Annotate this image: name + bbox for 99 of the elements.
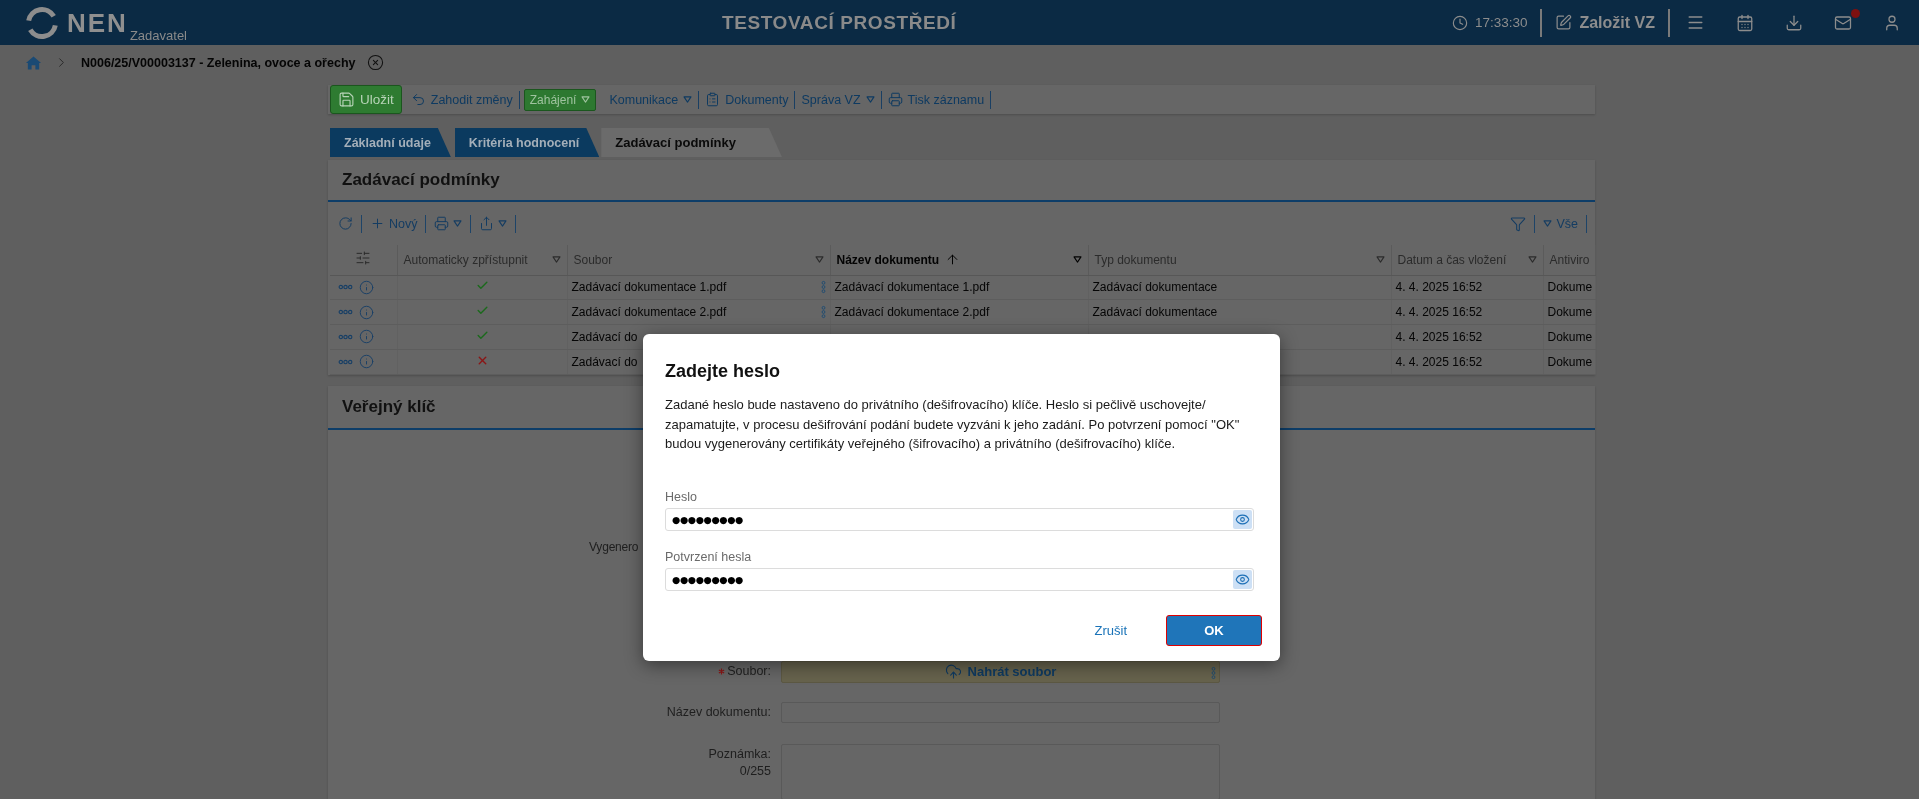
more-options-icon[interactable] [338,333,353,340]
user-icon[interactable] [1883,13,1901,32]
column-settings-icon[interactable] [355,249,372,266]
table-cell: Dokume [1543,299,1595,325]
field-label: Heslo [665,488,698,506]
table-cell: Dokume [1543,349,1595,374]
caret-down-icon [1072,256,1082,264]
info-icon[interactable] [359,329,374,345]
table-cell: 4. 4. 2025 16:52 [1391,299,1543,325]
file-name[interactable]: Zadávací do [571,329,638,344]
table-cell: 4. 4. 2025 16:52 [1391,349,1543,374]
form-label: Soubor: [727,663,771,680]
printer-icon [434,216,450,231]
field-label: Potvrzení hesla [665,548,753,566]
create-button[interactable]: Založit VZ [1555,13,1655,32]
column-header[interactable]: Automaticky zpřístupnit [397,245,567,275]
table-cell: Dokume [1543,324,1595,350]
table-cell: 4. 4. 2025 16:52 [1391,275,1543,300]
toolbar-button[interactable]: Zahájení [523,88,597,111]
column-header[interactable]: Typ dokumentu [1088,245,1391,275]
more-options-icon[interactable] [338,358,353,365]
file-name[interactable]: Zadávací dokumentace 1.pdf [571,280,727,295]
column-header[interactable]: Název dokumentu [830,245,1088,275]
password-field[interactable]: ●●●●●●●●● [665,507,1254,531]
dialog-message: Zadané heslo bude nastaveno do privátního (dešifrovacího) klíče. Heslo si pečlivě uschovejte/ zapamatujte, v procesu dešifrování podání budete vyzváni k jeho zadání. Po potvrzení pomocí "OK" budou vygenerovány certifikáty veřejného (šifrovacího) a privátního (dešifrovacího) klíče. [665,396,1241,454]
toolbar-button[interactable]: Správa VZ [795,90,882,109]
caret-down-icon [581,96,591,103]
toolbar-button[interactable]: Komunikace [603,90,700,109]
caret-down-icon [1527,256,1537,264]
environment-title: TESTOVACÍ PROSTŘEDÍ [722,11,957,34]
vertical-dots-icon[interactable] [820,280,826,295]
password-field[interactable]: ●●●●●●●●● [665,567,1254,591]
caret-down-icon [498,220,508,227]
form-label: Poznámka: [708,745,771,763]
filter-icon [1510,215,1527,232]
vertical-dots-icon[interactable] [1211,665,1216,680]
caret-down-icon [683,96,693,103]
cloud-upload-icon [944,663,962,680]
refresh-icon [338,216,353,231]
cancel-link[interactable]: Zrušit [1094,622,1127,638]
table-cell: Zadávací dokumentace 2.pdf [830,299,1088,325]
caret-down-icon [865,96,875,103]
caret-down-icon [1375,256,1385,264]
tab[interactable]: Základní údaje [330,128,451,157]
new-button[interactable]: Nový [362,214,427,233]
column-header[interactable]: Antiviro [1543,245,1595,275]
column-header[interactable]: Soubor [567,245,830,275]
toolbar-button[interactable]: Dokumenty [699,90,796,109]
role-label: Zadavatel [129,28,187,43]
table-cell: Dokume [1543,275,1595,300]
table-cell: Zadávací dokumentace [1088,275,1391,300]
caret-down-icon [551,256,561,264]
clipboard-icon [705,92,721,107]
logo-ring-icon [25,5,59,40]
more-options-icon[interactable] [338,309,353,316]
upload-field[interactable]: Nahrát soubor [781,660,1220,683]
toolbar-button[interactable]: Zahodit změny [404,90,520,109]
download-icon[interactable] [1785,13,1803,32]
close-icon[interactable] [367,54,385,71]
refresh-button[interactable] [338,214,362,233]
form-label: Název dokumentu: [666,703,771,721]
tab[interactable]: Zadávací podmínky [601,128,782,157]
undo-icon [410,92,426,107]
dialog-title: Zadejte heslo [665,360,782,382]
time-label: 17:33:30 [1474,15,1528,30]
caret-down-icon [1543,220,1553,227]
calendar-icon[interactable] [1736,13,1754,32]
home-icon[interactable] [25,54,42,71]
plus-icon [370,216,385,231]
tab[interactable]: Kritéria hodnocení [454,128,600,157]
ok-button[interactable]: OK [1166,614,1262,646]
clock-icon [1451,14,1468,31]
mail-icon[interactable] [1834,13,1852,32]
caret-down-icon [453,220,463,227]
toolbar-button[interactable]: Tisk záznamu [881,90,992,109]
form-label: Vygenero [589,538,639,556]
column-header[interactable]: Datum a čas vložení [1391,245,1543,275]
more-options-icon[interactable] [338,284,353,291]
section-title: Veřejný klíč [342,396,436,417]
share-icon [479,216,495,231]
menu-icon[interactable] [1686,13,1705,32]
file-name[interactable]: Zadávací do [571,354,638,369]
info-icon[interactable] [359,304,374,320]
file-name[interactable]: Zadávací dokumentace 2.pdf [571,305,727,320]
pencil-icon [1555,14,1573,31]
toolbar-button[interactable]: Uložit [330,85,402,114]
section-title: Zadávací podmínky [342,170,500,190]
view-filter-button[interactable]: Vše [1535,214,1587,233]
table-cell: Zadávací dokumentace 1.pdf [830,275,1088,300]
breadcrumb-title[interactable]: N006/25/V00003137 - Zelenina, ovoce a ořechy [81,55,356,70]
info-icon[interactable] [359,279,374,295]
caret-down-icon [814,256,824,264]
info-icon[interactable] [359,354,374,370]
vertical-dots-icon[interactable] [820,305,826,320]
character-counter: 0/255 [739,762,771,780]
table-cell: Zadávací dokumentace [1088,299,1391,325]
table-cell: 4. 4. 2025 16:52 [1391,324,1543,350]
printer-icon [887,92,903,107]
logo-text: NEN [67,9,128,36]
